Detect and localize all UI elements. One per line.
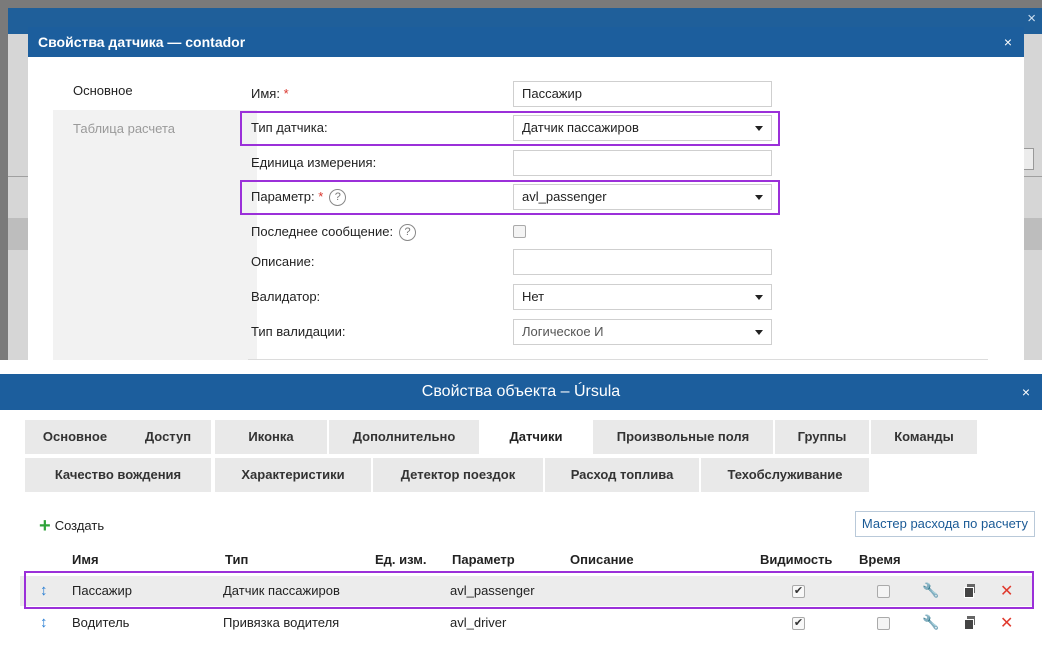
field-row-sensor-type: Тип датчика: Датчик пассажиров <box>251 115 1011 143</box>
tab-access[interactable]: Доступ <box>125 420 211 454</box>
visibility-checkbox[interactable]: ✔ <box>792 617 805 630</box>
time-checkbox[interactable] <box>877 617 890 630</box>
table-row[interactable]: ↕ Водитель Привязка водителя avl_driver … <box>20 608 1032 638</box>
sensor-type-label: Тип датчика: <box>251 120 328 135</box>
tab-row-2: Качество вождения Характеристики Детекто… <box>25 458 1017 496</box>
sensor-dialog-titlebar: Свойства датчика — contador × <box>28 27 1024 57</box>
parameter-value: avl_passenger <box>522 189 607 204</box>
chevron-down-icon <box>755 295 763 300</box>
field-row-validator: Валидатор: Нет <box>251 284 1011 312</box>
sensors-toolbar: + Создать Мастер расхода по расчету <box>25 509 1035 543</box>
wrench-icon[interactable]: 🔧 <box>922 582 939 599</box>
chevron-down-icon <box>755 195 763 200</box>
chevron-down-icon <box>755 126 763 131</box>
divider <box>248 359 988 360</box>
tab-driving-quality[interactable]: Качество вождения <box>25 458 211 492</box>
tab-maintenance[interactable]: Техобслуживание <box>701 458 869 492</box>
tab-icon[interactable]: Иконка <box>215 420 327 454</box>
delete-icon[interactable]: ✕ <box>1000 613 1013 633</box>
validator-value: Нет <box>522 289 545 304</box>
calculation-wizard-button[interactable]: Мастер расхода по расчету <box>854 511 1035 537</box>
tab-calculation-table[interactable]: Таблица расчета <box>53 110 257 148</box>
close-icon[interactable]: × <box>1022 374 1030 410</box>
field-row-description: Описание: <box>251 249 1011 277</box>
copy-icon[interactable] <box>964 616 976 630</box>
tab-advanced[interactable]: Дополнительно <box>329 420 479 454</box>
validation-type-label: Тип валидации: <box>251 324 346 339</box>
chevron-down-icon <box>755 330 763 335</box>
cell-type: Датчик пассажиров <box>223 583 340 598</box>
object-properties-dialog: Свойства объекта – Úrsula × Основное Дос… <box>0 374 1042 657</box>
table-row[interactable]: ↕ Пассажир Датчик пассажиров avl_passeng… <box>20 576 1032 606</box>
last-message-label: Последнее сообщение:? <box>251 224 417 242</box>
sensor-type-select[interactable]: Датчик пассажиров <box>513 115 772 141</box>
sensor-type-value: Датчик пассажиров <box>522 120 639 135</box>
sensor-dialog-tabs: Основное Таблица расчета <box>53 72 257 360</box>
cell-name: Пассажир <box>72 583 132 598</box>
name-label: Имя: * <box>251 86 289 101</box>
help-icon[interactable]: ? <box>329 189 347 207</box>
tab-main[interactable]: Основное <box>53 72 257 110</box>
tab-groups[interactable]: Группы <box>775 420 869 454</box>
header-parameter[interactable]: Параметр <box>452 552 515 567</box>
tab-sensors[interactable]: Датчики <box>481 420 591 454</box>
required-mark: * <box>318 189 324 204</box>
cell-name: Водитель <box>72 615 130 630</box>
header-unit[interactable]: Ед. изм. <box>375 552 427 567</box>
delete-icon[interactable]: ✕ <box>1000 581 1013 601</box>
description-label: Описание: <box>251 254 315 269</box>
header-type[interactable]: Тип <box>225 552 248 567</box>
wrench-icon[interactable]: 🔧 <box>922 614 939 631</box>
create-button[interactable]: + Создать <box>39 515 104 538</box>
sensor-properties-screenshot: × Свойства датчика — contador × Основное… <box>0 0 1042 360</box>
description-input[interactable] <box>513 249 772 275</box>
copy-icon[interactable] <box>964 584 976 598</box>
field-row-last-message: Последнее сообщение:? <box>251 219 1011 247</box>
drag-handle-icon[interactable]: ↕ <box>40 582 48 599</box>
close-icon[interactable]: × <box>1004 27 1012 57</box>
create-label: Создать <box>54 518 105 533</box>
tab-custom-fields[interactable]: Произвольные поля <box>593 420 773 454</box>
validator-select[interactable]: Нет <box>513 284 772 310</box>
time-checkbox[interactable] <box>877 585 890 598</box>
tab-row-1: Основное Доступ Иконка Дополнительно Дат… <box>25 420 1017 458</box>
tab-trip-detector[interactable]: Детектор поездок <box>373 458 543 492</box>
unit-label: Единица измерения: <box>251 155 377 170</box>
plus-icon: + <box>39 515 51 537</box>
name-input[interactable]: Пассажир <box>513 81 772 107</box>
header-visibility[interactable]: Видимость <box>760 552 832 567</box>
help-icon[interactable]: ? <box>399 224 417 242</box>
cell-type: Привязка водителя <box>223 615 340 630</box>
drag-handle-icon[interactable]: ↕ <box>40 614 48 631</box>
cell-parameter: avl_driver <box>450 615 507 630</box>
field-row-parameter: Параметр: *? avl_passenger <box>251 184 1011 212</box>
table-header: Имя Тип Ед. изм. Параметр Описание Видим… <box>20 552 1032 574</box>
validation-type-select[interactable]: Логическое И <box>513 319 772 345</box>
header-name[interactable]: Имя <box>72 552 99 567</box>
required-mark: * <box>283 86 289 101</box>
field-row-name: Имя: * Пассажир <box>251 81 1011 109</box>
validation-type-value: Логическое И <box>522 324 604 339</box>
sensor-dialog-title: Свойства датчика — contador <box>38 34 246 50</box>
header-description[interactable]: Описание <box>570 552 634 567</box>
tab-fuel-consumption[interactable]: Расход топлива <box>545 458 699 492</box>
object-dialog-tabs: Основное Доступ Иконка Дополнительно Дат… <box>25 420 1017 496</box>
field-row-validation-type: Тип валидации: Логическое И <box>251 319 1011 347</box>
unit-input[interactable] <box>513 150 772 176</box>
field-row-unit: Единица измерения: <box>251 150 1011 178</box>
parameter-label: Параметр: *? <box>251 189 347 207</box>
tab-characteristics[interactable]: Характеристики <box>215 458 371 492</box>
object-dialog-title: Свойства объекта – Úrsula <box>421 383 621 400</box>
object-dialog-titlebar: Свойства объекта – Úrsula × <box>0 374 1042 410</box>
cell-parameter: avl_passenger <box>450 583 535 598</box>
tab-commands[interactable]: Команды <box>871 420 977 454</box>
last-message-checkbox[interactable] <box>513 225 526 238</box>
parameter-select[interactable]: avl_passenger <box>513 184 772 210</box>
visibility-checkbox[interactable]: ✔ <box>792 585 805 598</box>
sensor-properties-dialog: Свойства датчика — contador × Основное Т… <box>28 27 1024 360</box>
background-close-icon[interactable]: × <box>1027 10 1036 27</box>
header-time[interactable]: Время <box>859 552 901 567</box>
validator-label: Валидатор: <box>251 289 321 304</box>
tab-main[interactable]: Основное <box>25 420 125 454</box>
